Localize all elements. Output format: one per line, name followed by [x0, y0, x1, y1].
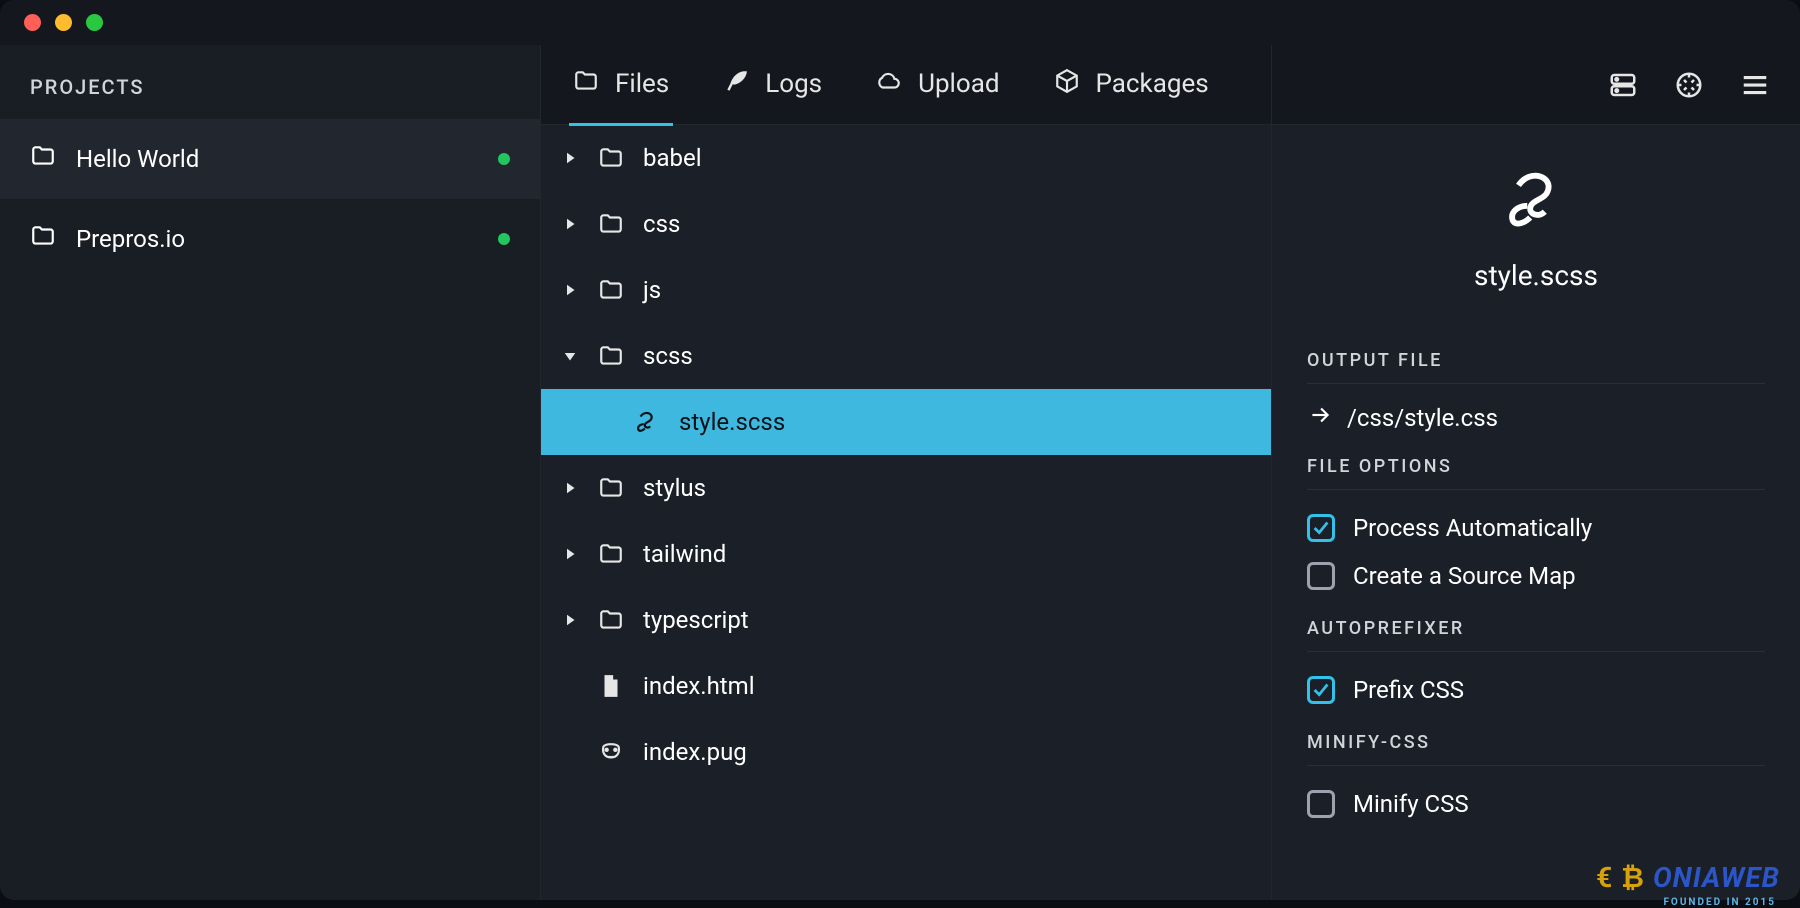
divider	[1307, 651, 1765, 652]
status-dot-icon	[498, 233, 510, 245]
folder-icon	[30, 223, 56, 255]
tree-folder-typescript[interactable]: typescript	[541, 587, 1271, 653]
folder-icon	[573, 68, 599, 101]
feather-icon	[723, 68, 749, 101]
folder-icon	[597, 541, 625, 567]
folder-icon	[597, 475, 625, 501]
tree-file-index-pug[interactable]: index.pug	[541, 719, 1271, 785]
wand-refresh-icon[interactable]	[1674, 70, 1704, 100]
chevron-right-icon	[561, 279, 579, 301]
checkbox-process-automatically[interactable]: Process Automatically	[1307, 504, 1765, 552]
tree-folder-scss[interactable]: scss	[541, 323, 1271, 389]
cloud-icon	[876, 68, 902, 101]
tab-files[interactable]: Files	[569, 46, 673, 126]
project-item-hello-world[interactable]: Hello World	[0, 119, 540, 199]
section-title-minify: MINIFY-CSS	[1307, 732, 1765, 753]
checkbox-icon	[1307, 676, 1335, 704]
file-icon	[597, 673, 625, 699]
file-name: style.scss	[1474, 259, 1598, 292]
projects-sidebar: PROJECTS Hello World Prepros.io	[0, 45, 540, 900]
window-close-button[interactable]	[24, 14, 41, 31]
tree-node-label: babel	[643, 144, 702, 172]
checkbox-label: Minify CSS	[1353, 790, 1469, 818]
tree-node-label: stylus	[643, 474, 706, 502]
folder-icon	[597, 145, 625, 171]
tree-folder-css[interactable]: css	[541, 191, 1271, 257]
tree-node-label: style.scss	[679, 408, 785, 436]
tree-node-label: tailwind	[643, 540, 726, 568]
tab-logs[interactable]: Logs	[719, 46, 826, 126]
folder-icon	[597, 277, 625, 303]
chevron-right-icon	[561, 609, 579, 631]
arrow-right-icon	[1307, 402, 1333, 434]
tab-label: Packages	[1096, 69, 1209, 99]
chevron-right-icon	[561, 213, 579, 235]
tree-folder-babel[interactable]: babel	[541, 125, 1271, 191]
details-panel: style.scss OUTPUT FILE /css/style.css FI…	[1272, 45, 1800, 900]
checkbox-prefix-css[interactable]: Prefix CSS	[1307, 666, 1765, 714]
checkbox-label: Process Automatically	[1353, 514, 1592, 542]
divider	[1307, 383, 1765, 384]
tab-packages[interactable]: Packages	[1050, 46, 1213, 126]
folder-icon	[30, 143, 56, 175]
checkbox-label: Prefix CSS	[1353, 676, 1464, 704]
tree-file-style-scss[interactable]: style.scss	[541, 389, 1271, 455]
chevron-right-icon	[561, 147, 579, 169]
pug-icon	[597, 739, 625, 765]
chevron-right-icon	[561, 543, 579, 565]
tree-node-label: css	[643, 210, 680, 238]
tab-label: Upload	[918, 69, 999, 99]
file-hero: style.scss	[1307, 125, 1765, 332]
section-title-file-options: FILE OPTIONS	[1307, 456, 1765, 477]
sidebar-heading: PROJECTS	[0, 65, 540, 119]
center-panel: Files Logs Upload	[541, 45, 1271, 900]
project-item-label: Prepros.io	[76, 225, 185, 253]
status-dot-icon	[498, 153, 510, 165]
tab-label: Files	[615, 69, 669, 99]
tree-node-label: typescript	[643, 606, 749, 634]
tab-upload[interactable]: Upload	[872, 46, 1003, 126]
checkbox-create-source-map[interactable]: Create a Source Map	[1307, 552, 1765, 600]
server-icon[interactable]	[1608, 70, 1638, 100]
tree-node-label: js	[643, 276, 661, 304]
package-icon	[1054, 68, 1080, 101]
tree-folder-stylus[interactable]: stylus	[541, 455, 1271, 521]
window-minimize-button[interactable]	[55, 14, 72, 31]
tree-node-label: scss	[643, 342, 693, 370]
checkbox-minify-css[interactable]: Minify CSS	[1307, 780, 1765, 828]
tab-label: Logs	[765, 69, 822, 99]
file-tree: babel css	[541, 125, 1271, 900]
checkbox-icon	[1307, 790, 1335, 818]
output-path-row[interactable]: /css/style.css	[1307, 398, 1765, 438]
chevron-down-icon	[561, 345, 579, 367]
tree-node-label: index.pug	[643, 738, 747, 766]
folder-icon	[597, 211, 625, 237]
checkbox-icon	[1307, 562, 1335, 590]
checkbox-label: Create a Source Map	[1353, 562, 1576, 590]
output-path: /css/style.css	[1347, 404, 1498, 432]
project-item-label: Hello World	[76, 145, 199, 173]
project-item-prepros[interactable]: Prepros.io	[0, 199, 540, 279]
divider	[1307, 765, 1765, 766]
main-tabs: Files Logs Upload	[541, 45, 1271, 125]
divider	[1307, 489, 1765, 490]
chevron-right-icon	[561, 477, 579, 499]
window-maximize-button[interactable]	[86, 14, 103, 31]
section-title-output: OUTPUT FILE	[1307, 350, 1765, 371]
menu-icon[interactable]	[1740, 70, 1770, 100]
app-window: PROJECTS Hello World Prepros.io	[0, 0, 1800, 900]
tree-folder-tailwind[interactable]: tailwind	[541, 521, 1271, 587]
tree-folder-js[interactable]: js	[541, 257, 1271, 323]
folder-icon	[597, 607, 625, 633]
titlebar	[0, 0, 1800, 45]
sass-icon	[633, 409, 661, 435]
section-title-autoprefixer: AUTOPREFIXER	[1307, 618, 1765, 639]
sass-icon	[1501, 165, 1571, 239]
tree-node-label: index.html	[643, 672, 755, 700]
toolbar-right	[1272, 45, 1800, 125]
folder-icon	[597, 343, 625, 369]
tree-file-index-html[interactable]: index.html	[541, 653, 1271, 719]
checkbox-icon	[1307, 514, 1335, 542]
